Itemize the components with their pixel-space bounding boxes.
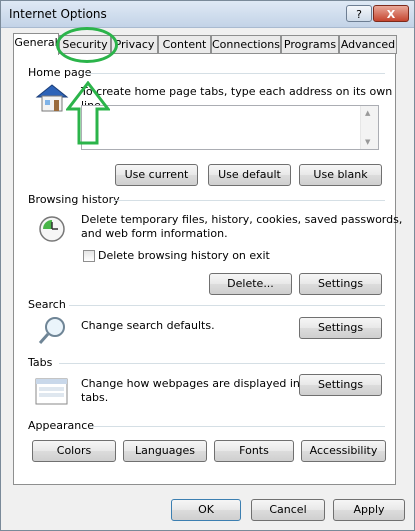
history-clock-icon	[39, 216, 65, 242]
cancel-button[interactable]: Cancel	[251, 499, 325, 521]
browsing-history-divider	[113, 200, 385, 201]
colors-button[interactable]: Colors	[32, 440, 116, 462]
home-page-divider	[85, 73, 385, 74]
browsing-history-description-1: Delete temporary files, history, cookies…	[81, 213, 403, 226]
accessibility-button[interactable]: Accessibility	[301, 440, 386, 462]
tab-connections[interactable]: Connections	[211, 35, 281, 54]
delete-on-exit-checkbox[interactable]	[83, 250, 95, 262]
tab-content[interactable]: Content	[158, 35, 211, 54]
up-arrow-annotation-icon	[66, 81, 110, 145]
tabs-window-icon	[35, 378, 68, 405]
magnifier-icon	[38, 317, 65, 344]
window-title: Internet Options	[9, 7, 107, 21]
browsing-history-heading: Browsing history	[28, 193, 120, 206]
scroll-down-icon[interactable]: ▼	[365, 138, 370, 146]
ok-button[interactable]: OK	[171, 499, 241, 521]
tabs-divider	[59, 363, 385, 364]
apply-button[interactable]: Apply	[333, 499, 405, 521]
browsing-history-description-2: and web form information.	[81, 227, 228, 240]
tabs-description-1: Change how webpages are displayed in	[81, 377, 300, 390]
delete-on-exit-label[interactable]: Delete browsing history on exit	[98, 249, 270, 263]
title-bar[interactable]: Internet Options ? X	[1, 1, 414, 28]
tab-privacy[interactable]: Privacy	[111, 35, 158, 54]
search-description: Change search defaults.	[81, 319, 215, 332]
close-button[interactable]: X	[373, 5, 409, 22]
tabs-heading: Tabs	[28, 356, 53, 369]
tabs-description-2: tabs.	[81, 391, 109, 404]
search-heading: Search	[28, 298, 66, 311]
home-page-scrollbar[interactable]: ▲ ▼	[360, 106, 378, 149]
help-button[interactable]: ?	[346, 5, 372, 22]
appearance-heading: Appearance	[28, 419, 95, 432]
tab-programs[interactable]: Programs	[281, 35, 339, 54]
tabs-settings-button[interactable]: Settings	[299, 374, 382, 396]
house-icon	[35, 84, 69, 112]
internet-options-dialog: Internet Options ? X General Security Pr…	[0, 0, 415, 531]
security-tab-highlight-ellipse	[56, 27, 118, 63]
appearance-divider	[91, 426, 385, 427]
search-settings-button[interactable]: Settings	[299, 317, 382, 339]
search-divider	[69, 305, 385, 306]
delete-history-button[interactable]: Delete...	[209, 273, 292, 295]
browsing-history-settings-button[interactable]: Settings	[299, 273, 382, 295]
fonts-button[interactable]: Fonts	[214, 440, 294, 462]
home-page-address-input[interactable]: ▲ ▼	[81, 105, 379, 150]
tab-general[interactable]: General	[13, 33, 59, 55]
languages-button[interactable]: Languages	[123, 440, 207, 462]
scroll-up-icon[interactable]: ▲	[365, 109, 370, 117]
tab-advanced[interactable]: Advanced	[339, 35, 397, 54]
home-page-heading: Home page	[28, 66, 92, 79]
use-current-button[interactable]: Use current	[115, 164, 198, 186]
use-default-button[interactable]: Use default	[208, 164, 291, 186]
use-blank-button[interactable]: Use blank	[299, 164, 382, 186]
